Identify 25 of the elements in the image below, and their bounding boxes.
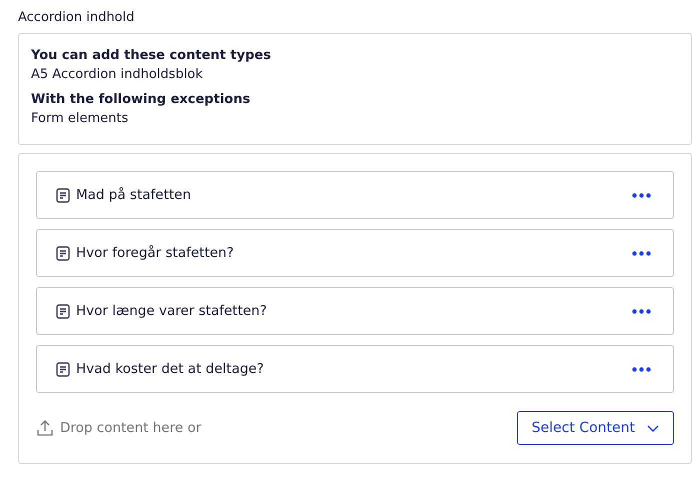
select-content-button[interactable]: Select Content [516, 411, 674, 445]
accordion-item[interactable]: Hvor foregår stafetten? [36, 229, 674, 277]
accordion-item[interactable]: Hvad koster det at deltage? [36, 345, 674, 393]
document-icon [56, 188, 70, 202]
more-icon[interactable] [632, 308, 651, 314]
document-icon [56, 304, 70, 318]
item-title: Hvad koster det at deltage? [76, 361, 264, 377]
drop-hint: Drop content here or [60, 420, 202, 436]
item-title: Mad på stafetten [76, 187, 192, 203]
more-icon[interactable] [632, 250, 651, 256]
document-icon [56, 246, 70, 260]
more-icon[interactable] [632, 366, 651, 372]
info-text: A5 Accordion indholdsblok [31, 67, 204, 82]
document-icon [56, 362, 70, 376]
chevron-down-icon [647, 424, 659, 432]
item-title: Hvor længe varer stafetten? [76, 303, 267, 319]
info-heading: With the following exceptions [31, 92, 252, 107]
info-text: Form elements [31, 111, 130, 126]
item-title: Hvor foregår stafetten? [76, 245, 234, 261]
more-icon[interactable] [632, 192, 651, 198]
upload-icon [36, 419, 54, 437]
accordion-item[interactable]: Hvor længe varer stafetten? [36, 287, 674, 335]
accordion-item[interactable]: Mad på stafetten [36, 171, 674, 219]
field-label: Accordion indhold [18, 10, 136, 25]
info-heading: You can add these content types [31, 48, 272, 63]
